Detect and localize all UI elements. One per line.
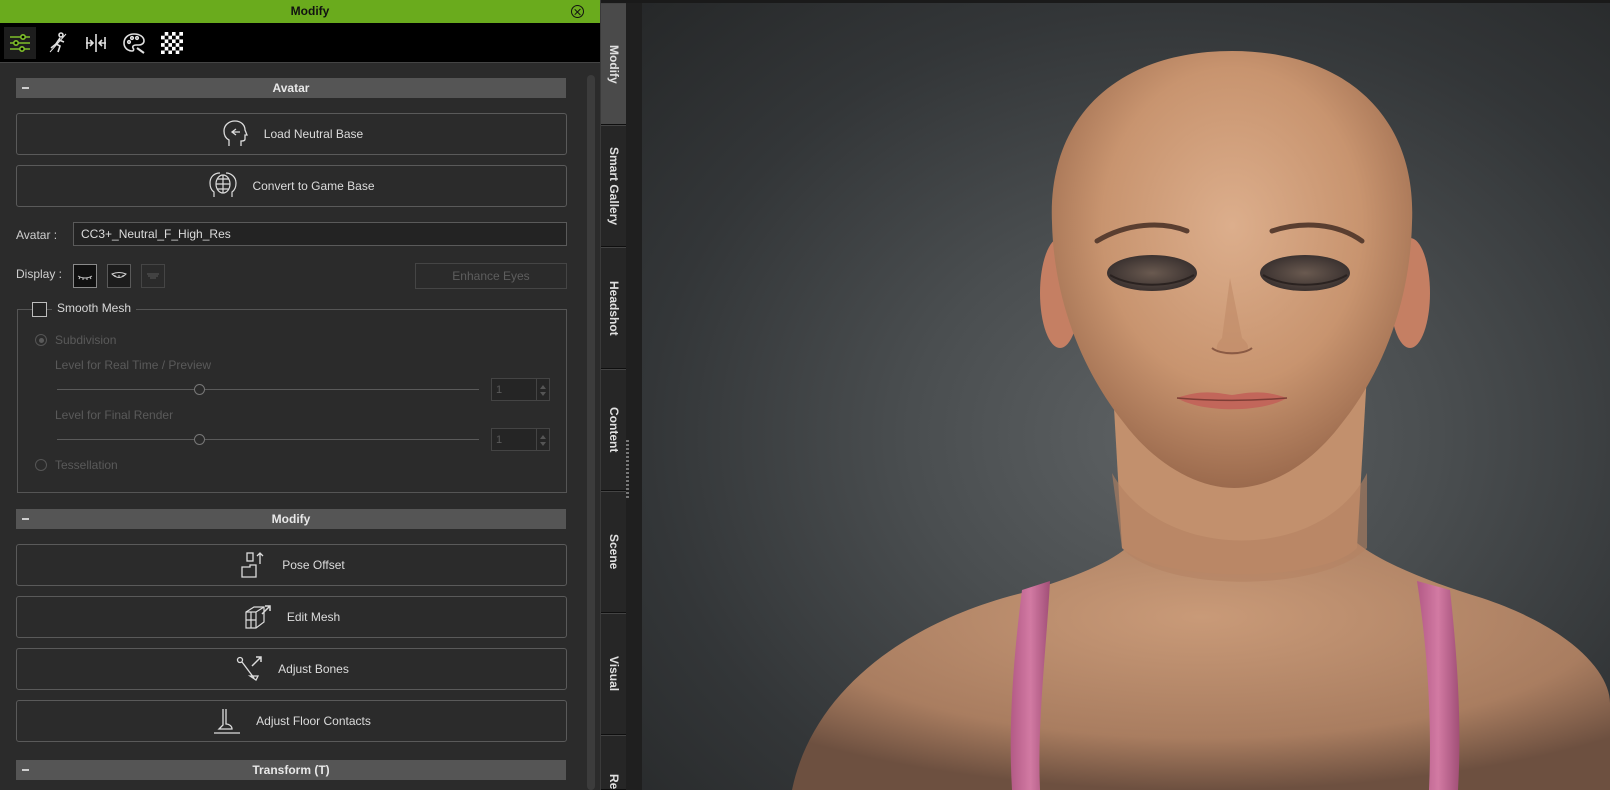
display-eyelash-button[interactable]	[73, 264, 97, 288]
panel-toolbar	[0, 23, 600, 63]
tab-visual-label: Visual	[607, 656, 621, 692]
3d-viewport[interactable]	[642, 3, 1610, 790]
pose-offset-icon	[241, 552, 264, 578]
edit-mesh-label: Edit Mesh	[286, 610, 341, 624]
panel-titlebar: Modify	[0, 0, 600, 23]
spin-arrows-icon[interactable]	[536, 379, 549, 400]
close-icon[interactable]	[571, 5, 584, 18]
subdivision-radio[interactable]	[35, 334, 47, 346]
tab-content[interactable]: Content	[601, 369, 627, 491]
viewport-gap	[626, 0, 642, 790]
modify-section-title: Modify	[271, 512, 311, 526]
adjust-bones-button[interactable]: Adjust Bones	[16, 648, 567, 690]
level-final-label: Level for Final Render	[55, 408, 174, 422]
avatar-section-title: Avatar	[272, 81, 310, 95]
modify-section-header[interactable]: Modify	[16, 509, 566, 529]
tab-headshot-label: Headshot	[607, 280, 621, 336]
spin-arrows-icon[interactable]	[536, 429, 549, 450]
enhance-eyes-button[interactable]: Enhance Eyes	[415, 263, 567, 289]
head-reset-icon	[223, 120, 248, 146]
avatar-section-header[interactable]: Avatar	[16, 78, 566, 98]
tab-modify-label: Modify	[607, 44, 621, 84]
adjust-floor-contacts-label: Adjust Floor Contacts	[256, 714, 371, 728]
tab-render-label: Re	[607, 773, 621, 789]
avatar-label: Avatar :	[16, 228, 58, 242]
display-teeth-button[interactable]	[107, 264, 131, 288]
load-neutral-base-label: Load Neutral Base	[263, 127, 364, 141]
level-final-slider[interactable]	[57, 439, 479, 440]
tab-scene-label: Scene	[607, 534, 621, 570]
avatar-render	[792, 51, 1610, 790]
load-neutral-base-button[interactable]: Load Neutral Base	[16, 113, 567, 155]
adjust-bones-label: Adjust Bones	[278, 662, 349, 676]
level-final-value: 1	[496, 434, 503, 446]
tab-modify[interactable]: Modify	[601, 3, 627, 125]
pose-offset-label: Pose Offset	[282, 558, 345, 572]
level-final-spinbox[interactable]: 1	[491, 428, 550, 451]
run-pose-icon[interactable]	[42, 27, 74, 59]
tab-smart-gallery-label: Smart Gallery	[607, 146, 621, 226]
display-label: Display :	[16, 267, 63, 281]
level-final-slider-handle[interactable]	[194, 434, 205, 445]
edit-mesh-icon	[245, 605, 271, 629]
level-realtime-spinbox[interactable]: 1	[491, 378, 550, 401]
tessellation-radio[interactable]	[35, 459, 47, 471]
checker-icon[interactable]	[156, 27, 188, 59]
display-tongue-button[interactable]	[141, 264, 165, 288]
tab-content-label: Content	[607, 407, 621, 453]
tab-headshot[interactable]: Headshot	[601, 247, 627, 369]
palette-icon[interactable]	[118, 27, 150, 59]
floor-contacts-icon	[214, 709, 241, 734]
tessellation-label: Tessellation	[55, 458, 118, 472]
panel-scrollbar-thumb[interactable]	[587, 75, 595, 790]
tab-visual[interactable]: Visual	[601, 613, 627, 735]
smooth-mesh-label: Smooth Mesh	[52, 301, 137, 315]
adjust-floor-contacts-button[interactable]: Adjust Floor Contacts	[16, 700, 567, 742]
tongue-icon	[147, 273, 159, 279]
panel-title: Modify	[290, 4, 330, 18]
transform-section-title: Transform (T)	[252, 763, 330, 777]
subdivision-label: Subdivision	[55, 333, 117, 347]
avatar-name-field[interactable]	[73, 222, 567, 246]
head-wireframe-icon	[209, 172, 238, 197]
level-realtime-slider-handle[interactable]	[194, 384, 205, 395]
tab-render[interactable]: Re	[601, 735, 627, 790]
compress-icon[interactable]	[80, 27, 112, 59]
sliders-icon[interactable]	[4, 27, 36, 59]
adjust-bones-icon	[236, 656, 262, 681]
tab-scene[interactable]: Scene	[601, 491, 627, 613]
transform-section-header[interactable]: Transform (T)	[16, 760, 566, 780]
splitter-handle[interactable]	[626, 440, 629, 500]
side-tab-bar: Modify Smart Gallery Headshot Content Sc…	[600, 0, 627, 790]
level-realtime-slider[interactable]	[57, 389, 479, 390]
edit-mesh-button[interactable]: Edit Mesh	[16, 596, 567, 638]
convert-to-game-base-label: Convert to Game Base	[252, 179, 375, 193]
smooth-mesh-checkbox[interactable]	[32, 302, 47, 317]
level-realtime-label: Level for Real Time / Preview	[55, 358, 212, 372]
modify-panel: Modify Avatar Load Neutral Base Convert …	[0, 0, 600, 790]
convert-to-game-base-button[interactable]: Convert to Game Base	[16, 165, 567, 207]
level-realtime-value: 1	[496, 384, 503, 396]
teeth-icon	[111, 272, 127, 278]
pose-offset-button[interactable]: Pose Offset	[16, 544, 567, 586]
eyelash-icon	[77, 275, 93, 280]
tab-smart-gallery[interactable]: Smart Gallery	[601, 125, 627, 247]
